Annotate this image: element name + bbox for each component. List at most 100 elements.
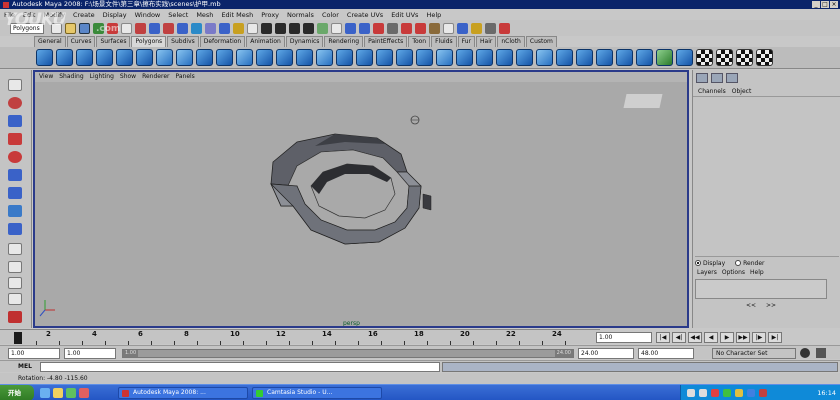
misc-mask-icon[interactable] [233, 22, 244, 34]
poly-merge-icon[interactable] [456, 49, 473, 66]
menu-edit-mesh[interactable]: Edit Mesh [221, 11, 253, 19]
poly-pyramid-icon[interactable] [156, 49, 173, 66]
poly-append-icon[interactable] [356, 49, 373, 66]
snap-view-plane-icon[interactable] [303, 22, 314, 34]
vp-menu-view[interactable]: View [39, 72, 53, 82]
tray-app-2-icon[interactable] [723, 389, 731, 397]
poly-automatic-mapping-icon[interactable] [656, 49, 673, 66]
snap-curve-icon[interactable] [275, 22, 286, 34]
menu-mesh[interactable]: Mesh [196, 11, 213, 19]
rendering-mask-icon[interactable] [219, 22, 230, 34]
playback-end-field[interactable]: 24.00 [578, 348, 634, 359]
step-forward-icon[interactable]: |▶ [752, 331, 766, 343]
surface-mask-icon[interactable] [177, 22, 188, 34]
shelf-tab-curves[interactable]: Curves [66, 36, 96, 47]
mel-input[interactable] [40, 362, 440, 372]
joint-mask-icon[interactable] [149, 22, 160, 34]
poly-offset-edge-loop-icon[interactable] [416, 49, 433, 66]
layout-icon[interactable] [485, 22, 496, 34]
select-tool[interactable] [4, 78, 26, 92]
render-view-icon[interactable] [387, 22, 398, 34]
shelf-tab-ncloth[interactable]: nCloth [497, 36, 525, 47]
checker-texture-icon[interactable] [696, 49, 713, 66]
task-camtasia[interactable]: Camtasia Studio - U... [252, 387, 382, 399]
display-layer-radio[interactable]: Display [695, 260, 725, 267]
media-icon[interactable] [79, 388, 89, 398]
poly-delete-edge-icon[interactable] [496, 49, 513, 66]
menu-select[interactable]: Select [168, 11, 188, 19]
mel-label[interactable]: MEL [18, 362, 32, 372]
layer-list[interactable] [695, 279, 827, 299]
dynamics-mask-icon[interactable] [205, 22, 216, 34]
curve-mask-icon[interactable] [163, 22, 174, 34]
minimize-button[interactable]: _ [812, 1, 820, 8]
go-to-start-icon[interactable]: |◀ [656, 331, 670, 343]
ipr-render-icon[interactable] [415, 22, 426, 34]
playback-start-field[interactable]: 1.00 [64, 348, 116, 359]
shelf-tab-polygons[interactable]: Polygons [131, 36, 167, 47]
poly-extrude-icon[interactable] [316, 49, 333, 66]
single-perspective-layout[interactable] [4, 242, 26, 256]
layer-menu-options[interactable]: Options [722, 269, 745, 278]
menu-display[interactable]: Display [103, 11, 127, 19]
shelf-tab-custom[interactable]: Custom [525, 36, 557, 47]
tool-settings-icon[interactable] [457, 22, 468, 34]
render-layer-radio[interactable]: Render [735, 260, 765, 267]
poly-soccer-ball-icon[interactable] [216, 49, 233, 66]
poly-cone-icon[interactable] [96, 49, 113, 66]
cb-menu-object[interactable]: Object [732, 87, 752, 96]
perspective-viewport[interactable]: View Shading Lighting Show Renderer Pane… [33, 70, 689, 328]
step-back-icon[interactable]: ◀| [672, 331, 686, 343]
character-set-select[interactable]: No Character Set [712, 348, 796, 359]
handle-mask-icon[interactable] [135, 22, 146, 34]
range-bar[interactable]: 1.00 24.00 [122, 349, 574, 358]
menu-proxy[interactable]: Proxy [261, 11, 279, 19]
poly-helix-icon[interactable] [196, 49, 213, 66]
shelf-tab-dynamics[interactable]: Dynamics [285, 36, 324, 47]
ie-icon[interactable] [40, 388, 50, 398]
poly-insert-edge-loop-icon[interactable] [396, 49, 413, 66]
layer-menu-layers[interactable]: Layers [697, 269, 717, 278]
tray-app-5-icon[interactable] [759, 389, 767, 397]
volume-icon[interactable] [699, 389, 707, 397]
two-view-layout[interactable] [4, 276, 26, 290]
armor-ring-model[interactable] [270, 133, 432, 245]
input-ops-icon[interactable] [345, 22, 356, 34]
tray-app-icon[interactable] [711, 389, 719, 397]
vp-menu-lighting[interactable]: Lighting [90, 72, 114, 82]
step-forward-key-icon[interactable]: ▶▶ [736, 331, 750, 343]
open-scene-icon[interactable] [65, 22, 76, 34]
animation-start-field[interactable]: 1.00 [8, 348, 60, 359]
menu-create-uvs[interactable]: Create UVs [347, 11, 383, 19]
menu-window[interactable]: Window [135, 11, 161, 19]
time-slider[interactable]: 2 4 6 8 10 12 14 16 18 20 22 24 [0, 329, 600, 345]
tray-app-3-icon[interactable] [735, 389, 743, 397]
poly-split-icon[interactable] [376, 49, 393, 66]
shelf-tab-hair[interactable]: Hair [476, 36, 497, 47]
menu-edit-uvs[interactable]: Edit UVs [391, 11, 418, 19]
shelf-tab-fluids[interactable]: Fluids [431, 36, 457, 47]
deformation-mask-icon[interactable] [191, 22, 202, 34]
poly-bridge-icon[interactable] [336, 49, 353, 66]
key-icon[interactable] [800, 348, 810, 358]
shelf-tab-general[interactable]: General [34, 36, 66, 47]
poly-bevel-icon[interactable] [436, 49, 453, 66]
maximize-button[interactable]: □ [821, 1, 829, 8]
start-button[interactable]: 开始 [0, 385, 34, 400]
animation-end-field[interactable]: 48.00 [638, 348, 694, 359]
output-ops-icon[interactable] [359, 22, 370, 34]
view-cube-icon[interactable] [623, 94, 663, 108]
show-manipulator-tool[interactable] [4, 222, 26, 236]
step-back-key-icon[interactable]: ◀◀ [688, 331, 702, 343]
render-settings-icon[interactable] [429, 22, 440, 34]
soft-mod-tool[interactable] [4, 204, 26, 218]
shelf-tab-painteffects[interactable]: PaintEffects [364, 36, 408, 47]
poly-plane-icon[interactable] [116, 49, 133, 66]
layer-next-arrow-icon[interactable]: >> [766, 302, 776, 312]
channel-box-icon[interactable] [471, 22, 482, 34]
play-forwards-icon[interactable]: ▶ [720, 331, 734, 343]
close-button[interactable]: × [830, 1, 838, 8]
task-maya[interactable]: Autodesk Maya 2008: ... [118, 387, 248, 399]
layer-prev-arrow-icon[interactable]: << [746, 302, 756, 312]
poly-pipe-icon[interactable] [176, 49, 193, 66]
